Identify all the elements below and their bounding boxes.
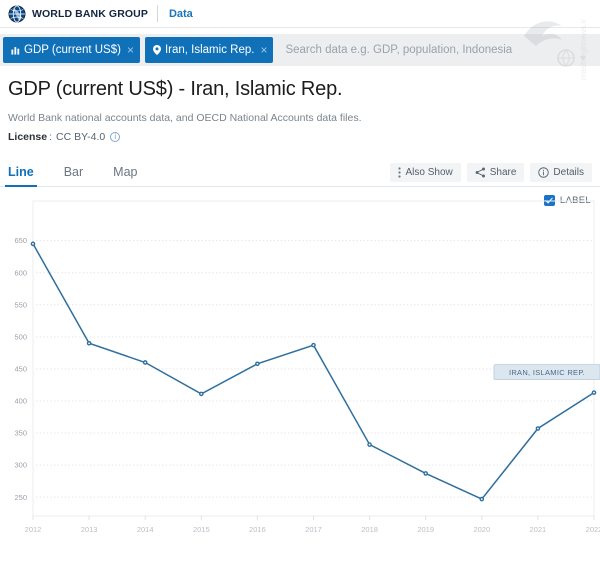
license-label: License (8, 131, 47, 143)
also-show-label: Also Show (405, 167, 452, 178)
filter-chip-indicator[interactable]: GDP (current US$) × (3, 37, 140, 63)
x-axis-tick: 2015 (193, 525, 210, 534)
y-axis-tick: 500 (14, 332, 27, 341)
data-point[interactable] (592, 390, 597, 395)
tab-map[interactable]: Map (113, 165, 137, 186)
info-circle-icon[interactable]: i (110, 132, 120, 142)
x-axis-tick: 2012 (25, 525, 42, 534)
y-axis-tick: 600 (14, 268, 27, 277)
x-axis-tick: 2018 (361, 525, 378, 534)
license-separator: : (49, 131, 52, 143)
series-annotation-label[interactable]: IRAN, ISLAMIC REP. (494, 365, 600, 380)
chart-view-tabs: Line Bar Map Also Show Sh (0, 156, 600, 187)
page-title: GDP (current US$) - Iran, Islamic Rep. (8, 78, 592, 101)
brand-section-data[interactable]: Data (169, 8, 193, 20)
search-input[interactable]: Search data e.g. GDP, population, Indone… (275, 34, 600, 66)
x-axis-tick: 2013 (81, 525, 98, 534)
x-axis-tick: 2016 (249, 525, 266, 534)
y-axis-tick: 300 (14, 461, 27, 470)
data-source-text: World Bank national accounts data, and O… (8, 112, 592, 124)
search-bar[interactable]: GDP (current US$) × Iran, Islamic Rep. ×… (0, 34, 600, 66)
tab-line[interactable]: Line (8, 165, 34, 186)
share-button[interactable]: Share (467, 163, 525, 182)
license-value: CC BY-4.0 (56, 131, 105, 143)
details-button[interactable]: Details (530, 163, 592, 182)
x-axis-tick: 2020 (473, 525, 490, 534)
filter-chip-country[interactable]: Iran, Islamic Rep. × (145, 37, 274, 63)
page-root: WORLD BANK GROUP Data GDP (current US$) … (0, 0, 600, 570)
details-label: Details (553, 167, 584, 178)
y-axis-tick: 450 (14, 364, 27, 373)
data-point[interactable] (536, 426, 541, 431)
brand-name: WORLD BANK GROUP (32, 8, 148, 20)
map-pin-icon (153, 45, 161, 55)
line-chart[interactable]: 650 600 550 500 450 400 350 300 250 2012 2013 2014 2… (0, 187, 600, 547)
x-axis-tick: 2022 (586, 525, 600, 534)
filter-chip-indicator-label: GDP (current US$) (24, 44, 121, 56)
share-label: Share (490, 167, 517, 178)
chart-actions: Also Show Share Details (390, 163, 592, 186)
share-icon (475, 167, 486, 178)
filter-chip-country-close-icon[interactable]: × (260, 44, 267, 56)
filter-chip-indicator-close-icon[interactable]: × (127, 44, 134, 56)
data-point[interactable] (143, 360, 148, 365)
data-point[interactable] (480, 497, 485, 502)
filter-chip-country-label: Iran, Islamic Rep. (165, 44, 254, 56)
y-axis-tick: 550 (14, 300, 27, 309)
svg-text:IRAN, ISLAMIC REP.: IRAN, ISLAMIC REP. (509, 368, 585, 377)
data-point[interactable] (87, 341, 92, 346)
data-point[interactable] (31, 242, 36, 247)
y-axis-tick: 650 (14, 236, 27, 245)
x-axis-tick: 2019 (417, 525, 434, 534)
info-circle-icon (538, 167, 549, 178)
y-axis-tick: 350 (14, 429, 27, 438)
tab-bar[interactable]: Bar (64, 165, 83, 186)
x-axis-tick: 2014 (137, 525, 154, 534)
license-line: License : CC BY-4.0 i (8, 131, 592, 143)
title-block: GDP (current US$) - Iran, Islamic Rep. W… (0, 66, 600, 143)
data-point[interactable] (311, 343, 316, 348)
data-point[interactable] (199, 392, 204, 397)
data-point[interactable] (423, 471, 428, 476)
world-bank-globe-icon (8, 5, 26, 23)
chart-container: LABEL 6506005505004504003503002502012201… (0, 187, 600, 547)
y-axis-tick: 400 (14, 397, 27, 406)
y-axis-tick: 250 (14, 493, 27, 502)
data-point[interactable] (367, 442, 372, 447)
kebab-menu-icon (398, 167, 401, 178)
x-axis-tick: 2021 (530, 525, 547, 534)
brand-bar: WORLD BANK GROUP Data (0, 0, 600, 28)
x-axis-tick: 2017 (305, 525, 322, 534)
bar-chart-icon (11, 46, 20, 55)
also-show-button[interactable]: Also Show (390, 163, 460, 182)
data-point[interactable] (255, 361, 260, 366)
brand-divider (157, 5, 158, 22)
